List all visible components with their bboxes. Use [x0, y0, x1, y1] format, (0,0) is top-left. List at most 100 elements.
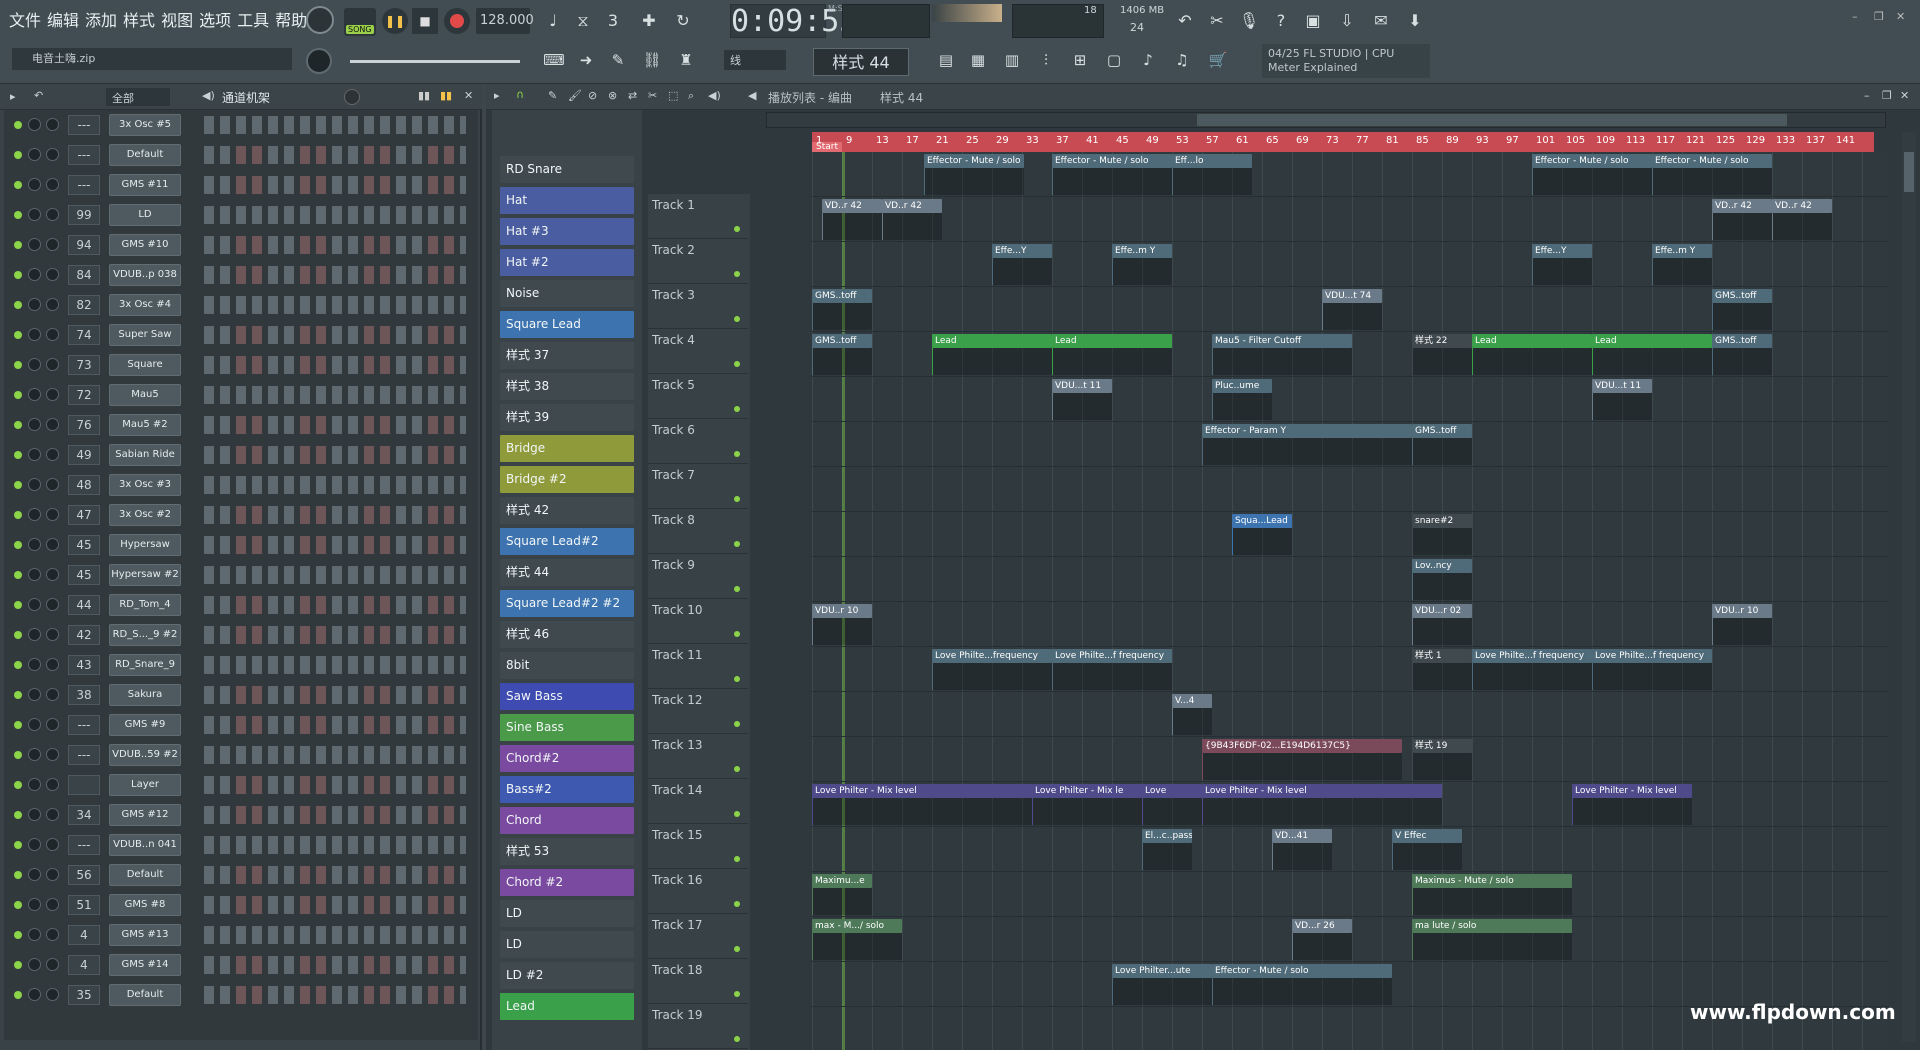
step-sequencer[interactable] — [204, 266, 466, 284]
paint-tool-icon[interactable]: 🖌 — [568, 89, 582, 102]
channel-row[interactable]: --- VDUB..59 #2 — [4, 740, 478, 770]
step-sequencer[interactable] — [204, 446, 466, 464]
pattern-item[interactable]: Saw Bass — [500, 683, 634, 710]
channel-name[interactable]: 3x Osc #2 — [109, 504, 181, 526]
channel-mixer-track[interactable]: 84 — [68, 265, 100, 285]
rack-filter[interactable]: 全部 — [106, 88, 170, 106]
channel-row[interactable]: Layer — [4, 770, 478, 800]
touch-controller-icon[interactable]: ♪ — [1136, 48, 1160, 72]
playlist-clip[interactable]: Mau5 - Filter Cutoff — [1212, 334, 1352, 348]
channel-volume-knob[interactable] — [46, 718, 59, 731]
track-header[interactable]: Track 5 — [648, 374, 748, 419]
pattern-item[interactable]: Square Lead — [500, 311, 634, 338]
channel-name[interactable]: GMS #14 — [109, 954, 181, 976]
keyboard-icon[interactable]: ⌨ — [542, 48, 566, 72]
channel-volume-knob[interactable] — [46, 808, 59, 821]
channel-row[interactable]: 34 GMS #12 — [4, 800, 478, 830]
channel-led[interactable] — [14, 751, 22, 759]
step-sequencer[interactable] — [204, 746, 466, 764]
playlist-clip[interactable]: GMS..toff — [1712, 289, 1772, 303]
track-mute-led[interactable] — [734, 361, 740, 367]
channel-name[interactable]: VDUB..p 038 — [109, 264, 181, 286]
channel-row[interactable]: --- 3x Osc #5 — [4, 110, 478, 140]
playlist-clip[interactable]: Pluc..ume — [1212, 379, 1272, 393]
arrow-icon[interactable]: ➜ — [574, 48, 598, 72]
pencil-icon[interactable]: ✎ — [606, 48, 630, 72]
track-mute-led[interactable] — [734, 856, 740, 862]
vertical-scrollbar[interactable] — [1902, 132, 1916, 1042]
channel-mixer-track[interactable]: --- — [68, 145, 100, 165]
step-edit-icon[interactable]: ✚ — [636, 8, 662, 34]
track-lane[interactable] — [812, 512, 1888, 557]
channel-row[interactable]: 45 Hypersaw #2 — [4, 560, 478, 590]
track-mute-led[interactable] — [734, 721, 740, 727]
menu-item[interactable]: 样式 — [120, 2, 158, 40]
pattern-item[interactable]: 样式 53 — [500, 838, 634, 865]
channel-led[interactable] — [14, 151, 22, 159]
pattern-item[interactable]: Chord — [500, 807, 634, 834]
channel-mixer-track[interactable]: --- — [68, 745, 100, 765]
countdown-icon[interactable]: 3 — [600, 8, 626, 34]
track-mute-led[interactable] — [734, 631, 740, 637]
piano-icon[interactable]: ♫ — [1170, 48, 1194, 72]
channel-led[interactable] — [14, 571, 22, 579]
playlist-clip[interactable]: Effector - Mute / solo — [924, 154, 1024, 168]
channel-pan-knob[interactable] — [28, 868, 41, 881]
pattern-item[interactable]: 样式 44 — [500, 559, 634, 586]
track-lane[interactable] — [812, 377, 1888, 422]
channel-name[interactable]: 3x Osc #3 — [109, 474, 181, 496]
step-sequencer[interactable] — [204, 596, 466, 614]
channel-led[interactable] — [14, 721, 22, 729]
overview-scrollbar[interactable] — [766, 112, 1886, 128]
timeline-ruler[interactable]: Start 1 9 13 17 21 25 29 33 37 41 45 49 53 57 61 65 69 73… — [812, 132, 1874, 152]
menu-item[interactable]: 视图 — [158, 2, 196, 40]
channel-row[interactable]: 44 RD_Tom_4 — [4, 590, 478, 620]
channel-mixer-track[interactable]: 56 — [68, 865, 100, 885]
channel-pan-knob[interactable] — [28, 448, 41, 461]
channel-name[interactable]: RD_Snare_9 — [109, 654, 181, 676]
channel-pan-knob[interactable] — [28, 178, 41, 191]
pattern-item[interactable]: RD Snare — [500, 156, 634, 183]
track-mute-led[interactable] — [734, 1036, 740, 1042]
step-sequencer[interactable] — [204, 206, 466, 224]
channel-led[interactable] — [14, 871, 22, 879]
channel-led[interactable] — [14, 451, 22, 459]
channel-volume-knob[interactable] — [46, 448, 59, 461]
channel-led[interactable] — [14, 811, 22, 819]
playlist-clip[interactable]: VDU...t 11 — [1592, 379, 1652, 393]
piano-roll-icon[interactable]: ▦ — [966, 48, 990, 72]
step-sequencer[interactable] — [204, 386, 466, 404]
channel-row[interactable]: 38 Sakura — [4, 680, 478, 710]
channel-row[interactable]: 84 VDUB..p 038 — [4, 260, 478, 290]
channel-mixer-track[interactable]: 73 — [68, 355, 100, 375]
channel-volume-knob[interactable] — [46, 568, 59, 581]
download-icon[interactable]: ⬇ — [1402, 8, 1428, 34]
stamp-icon[interactable]: ♜ — [674, 48, 698, 72]
step-sequencer[interactable] — [204, 236, 466, 254]
channel-mixer-track[interactable]: 94 — [68, 235, 100, 255]
channel-pan-knob[interactable] — [28, 148, 41, 161]
playlist-clip[interactable]: VD..r 42 — [1772, 199, 1832, 213]
pattern-item[interactable]: 样式 46 — [500, 621, 634, 648]
track-mute-led[interactable] — [734, 406, 740, 412]
playlist-clip[interactable]: Effe...Y — [1532, 244, 1592, 258]
channel-led[interactable] — [14, 421, 22, 429]
track-header[interactable]: Track 15 — [648, 824, 748, 869]
mute-tool-icon[interactable]: ⊗ — [608, 89, 617, 102]
channel-pan-knob[interactable] — [28, 808, 41, 821]
channel-pan-knob[interactable] — [28, 298, 41, 311]
channel-volume-knob[interactable] — [46, 838, 59, 851]
playlist-clip[interactable]: VD...41 — [1272, 829, 1332, 843]
channel-mixer-track[interactable]: 47 — [68, 505, 100, 525]
channel-pan-knob[interactable] — [28, 658, 41, 671]
minimize-icon[interactable]: – — [1852, 10, 1858, 23]
track-header[interactable]: Track 19 — [648, 1004, 748, 1049]
channel-mixer-track[interactable]: 34 — [68, 805, 100, 825]
delete-tool-icon[interactable]: ⊘ — [588, 89, 597, 102]
playlist-clip[interactable]: VD..r 42 — [882, 199, 942, 213]
channel-mixer-track[interactable]: 42 — [68, 625, 100, 645]
channel-mixer-track[interactable]: 74 — [68, 325, 100, 345]
menu-item[interactable]: 帮助 — [272, 2, 310, 40]
step-sequencer[interactable] — [204, 956, 466, 974]
channel-pan-knob[interactable] — [28, 538, 41, 551]
